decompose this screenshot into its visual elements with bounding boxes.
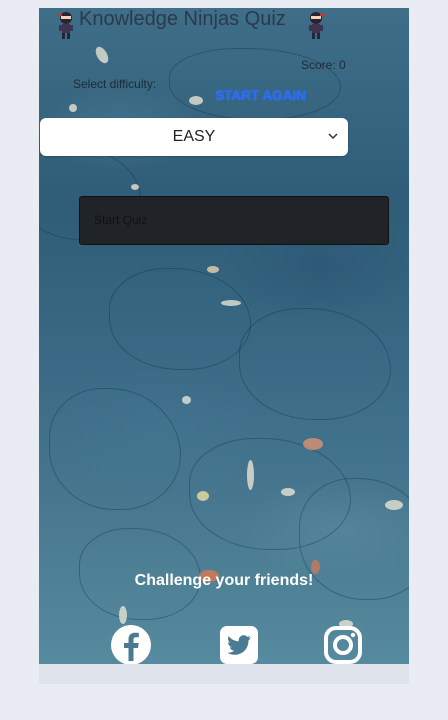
bg-pebble: [189, 96, 203, 105]
bg-cell: [239, 308, 391, 420]
bg-pebble: [131, 184, 139, 190]
ninja-mascot-right-icon: [309, 12, 325, 39]
bg-pebble: [207, 266, 219, 273]
difficulty-selected-value: EASY: [172, 128, 216, 145]
twitter-icon[interactable]: [217, 623, 261, 664]
bg-cell: [109, 268, 251, 370]
ninja-mascot-left-icon: [57, 12, 73, 39]
bg-pebble: [303, 438, 323, 450]
start-quiz-button[interactable]: Start Quiz: [79, 196, 389, 245]
bg-pebble: [247, 460, 254, 490]
app-title: Knowledge Ninjas Quiz: [79, 8, 286, 30]
challenge-heading: Challenge your friends!: [134, 572, 314, 589]
instagram-icon[interactable]: [321, 623, 365, 664]
quiz-app: Knowledge Ninjas Quiz Score: 0 Select di…: [39, 8, 409, 664]
bg-pebble: [182, 396, 191, 404]
bg-cell: [49, 388, 181, 510]
bg-pebble: [93, 44, 111, 66]
facebook-icon[interactable]: [109, 623, 153, 664]
start-again-button[interactable]: START AGAIN: [215, 87, 306, 103]
difficulty-select[interactable]: EASY: [40, 118, 348, 156]
bg-pebble: [197, 491, 209, 501]
difficulty-label: Select difficulty:: [73, 77, 157, 91]
bg-pebble: [221, 300, 241, 306]
bg-pebble: [69, 104, 77, 112]
chevron-down-icon: [328, 133, 338, 140]
bg-pebble: [281, 488, 295, 496]
bg-pebble: [385, 500, 403, 510]
bg-pebble: [119, 606, 127, 624]
score-display: Score: 0: [301, 58, 346, 72]
start-quiz-label: Start Quiz: [94, 213, 148, 227]
